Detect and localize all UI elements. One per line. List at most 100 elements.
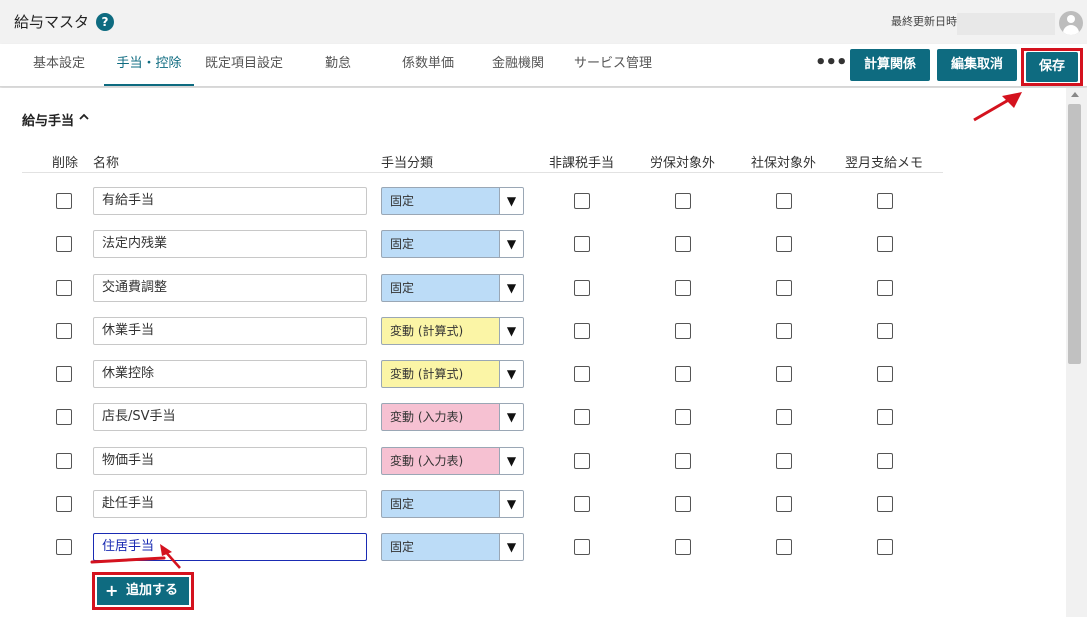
delete-checkbox[interactable]	[56, 453, 72, 469]
tax-free-checkbox[interactable]	[574, 366, 590, 382]
social-insurance-excluded-checkbox[interactable]	[776, 366, 792, 382]
dropdown-arrow-icon[interactable]: ▼	[499, 404, 523, 430]
social-insurance-excluded-checkbox[interactable]	[776, 323, 792, 339]
delete-checkbox[interactable]	[56, 280, 72, 296]
scroll-up-arrow-icon[interactable]	[1071, 92, 1079, 97]
next-month-memo-checkbox[interactable]	[877, 280, 893, 296]
social-insurance-excluded-checkbox[interactable]	[776, 193, 792, 209]
category-select-value: 変動 (入力表)	[390, 454, 464, 468]
labor-insurance-excluded-checkbox[interactable]	[675, 280, 691, 296]
name-input[interactable]: 物価手当	[93, 447, 367, 475]
tax-free-checkbox[interactable]	[574, 323, 590, 339]
next-month-memo-checkbox[interactable]	[877, 409, 893, 425]
tax-free-checkbox[interactable]	[574, 409, 590, 425]
dropdown-arrow-icon[interactable]: ▼	[499, 275, 523, 301]
header-divider	[22, 172, 943, 173]
tab-default-items[interactable]: 既定項目設定	[202, 44, 286, 86]
calculation-settings-button[interactable]: 計算関係	[850, 49, 930, 81]
next-month-memo-checkbox[interactable]	[877, 539, 893, 555]
tab-attendance[interactable]: 勤怠	[316, 44, 360, 86]
dropdown-arrow-icon[interactable]: ▼	[499, 534, 523, 560]
dropdown-arrow-icon[interactable]: ▼	[499, 491, 523, 517]
dropdown-arrow-icon[interactable]: ▼	[499, 231, 523, 257]
labor-insurance-excluded-checkbox[interactable]	[675, 366, 691, 382]
name-input[interactable]: 店長/SV手当	[93, 403, 367, 431]
category-select[interactable]: 変動 (計算式) ▼	[381, 360, 524, 388]
social-insurance-excluded-checkbox[interactable]	[776, 496, 792, 512]
next-month-memo-checkbox[interactable]	[877, 193, 893, 209]
column-header-name: 名称	[93, 156, 120, 171]
next-month-memo-checkbox[interactable]	[877, 496, 893, 512]
avatar[interactable]	[1059, 11, 1083, 35]
category-select[interactable]: 変動 (入力表) ▼	[381, 403, 524, 431]
labor-insurance-excluded-checkbox[interactable]	[675, 539, 691, 555]
category-select[interactable]: 変動 (計算式) ▼	[381, 317, 524, 345]
category-select-value: 固定	[390, 194, 415, 208]
last-updated-value	[957, 13, 1055, 35]
cancel-edit-button[interactable]: 編集取消	[937, 49, 1017, 81]
delete-checkbox[interactable]	[56, 539, 72, 555]
category-select[interactable]: 変動 (入力表) ▼	[381, 447, 524, 475]
social-insurance-excluded-checkbox[interactable]	[776, 539, 792, 555]
labor-insurance-excluded-checkbox[interactable]	[675, 193, 691, 209]
dropdown-arrow-icon[interactable]: ▼	[499, 188, 523, 214]
next-month-memo-checkbox[interactable]	[877, 453, 893, 469]
social-insurance-excluded-checkbox[interactable]	[776, 280, 792, 296]
category-select-value: 変動 (入力表)	[390, 410, 464, 424]
name-input[interactable]: 住居手当	[93, 533, 367, 561]
tax-free-checkbox[interactable]	[574, 539, 590, 555]
tax-free-checkbox[interactable]	[574, 193, 590, 209]
tax-free-checkbox[interactable]	[574, 236, 590, 252]
next-month-memo-checkbox[interactable]	[877, 236, 893, 252]
labor-insurance-excluded-checkbox[interactable]	[675, 323, 691, 339]
name-input[interactable]: 休業控除	[93, 360, 367, 388]
category-select[interactable]: 固定 ▼	[381, 490, 524, 518]
name-input[interactable]: 休業手当	[93, 317, 367, 345]
category-select[interactable]: 固定 ▼	[381, 230, 524, 258]
category-select[interactable]: 固定 ▼	[381, 274, 524, 302]
column-header-tax-free: 非課税手当	[549, 156, 615, 171]
column-header-category: 手当分類	[381, 156, 434, 171]
social-insurance-excluded-checkbox[interactable]	[776, 453, 792, 469]
help-icon[interactable]: ?	[96, 13, 114, 31]
column-header-delete: 削除	[52, 156, 79, 171]
name-input[interactable]: 赴任手当	[93, 490, 367, 518]
scrollbar-thumb[interactable]	[1068, 104, 1081, 364]
tab-coefficient-rates[interactable]: 係数単価	[398, 44, 458, 86]
dropdown-arrow-icon[interactable]: ▼	[499, 318, 523, 344]
labor-insurance-excluded-checkbox[interactable]	[675, 236, 691, 252]
tax-free-checkbox[interactable]	[574, 453, 590, 469]
chevron-up-icon[interactable]	[78, 111, 90, 123]
tab-service-management[interactable]: サービス管理	[570, 44, 656, 86]
name-input[interactable]: 交通費調整	[93, 274, 367, 302]
section-title[interactable]: 給与手当	[22, 110, 74, 129]
category-select[interactable]: 固定 ▼	[381, 187, 524, 215]
labor-insurance-excluded-checkbox[interactable]	[675, 453, 691, 469]
category-select-value: 変動 (計算式)	[390, 324, 464, 338]
delete-checkbox[interactable]	[56, 193, 72, 209]
dropdown-arrow-icon[interactable]: ▼	[499, 361, 523, 387]
delete-checkbox[interactable]	[56, 323, 72, 339]
delete-checkbox[interactable]	[56, 236, 72, 252]
tax-free-checkbox[interactable]	[574, 496, 590, 512]
add-button[interactable]: + 追加する	[97, 577, 189, 605]
delete-checkbox[interactable]	[56, 409, 72, 425]
tab-financial-institutions[interactable]: 金融機関	[488, 44, 548, 86]
tab-allowances-deductions[interactable]: 手当・控除	[104, 44, 194, 86]
labor-insurance-excluded-checkbox[interactable]	[675, 496, 691, 512]
category-select[interactable]: 固定 ▼	[381, 533, 524, 561]
name-input[interactable]: 法定内残業	[93, 230, 367, 258]
social-insurance-excluded-checkbox[interactable]	[776, 236, 792, 252]
name-input[interactable]: 有給手当	[93, 187, 367, 215]
more-icon[interactable]: •••	[815, 54, 848, 76]
next-month-memo-checkbox[interactable]	[877, 323, 893, 339]
tax-free-checkbox[interactable]	[574, 280, 590, 296]
labor-insurance-excluded-checkbox[interactable]	[675, 409, 691, 425]
dropdown-arrow-icon[interactable]: ▼	[499, 448, 523, 474]
delete-checkbox[interactable]	[56, 366, 72, 382]
next-month-memo-checkbox[interactable]	[877, 366, 893, 382]
delete-checkbox[interactable]	[56, 496, 72, 512]
save-button[interactable]: 保存	[1026, 52, 1078, 82]
social-insurance-excluded-checkbox[interactable]	[776, 409, 792, 425]
tab-basic-settings[interactable]: 基本設定	[22, 44, 96, 86]
